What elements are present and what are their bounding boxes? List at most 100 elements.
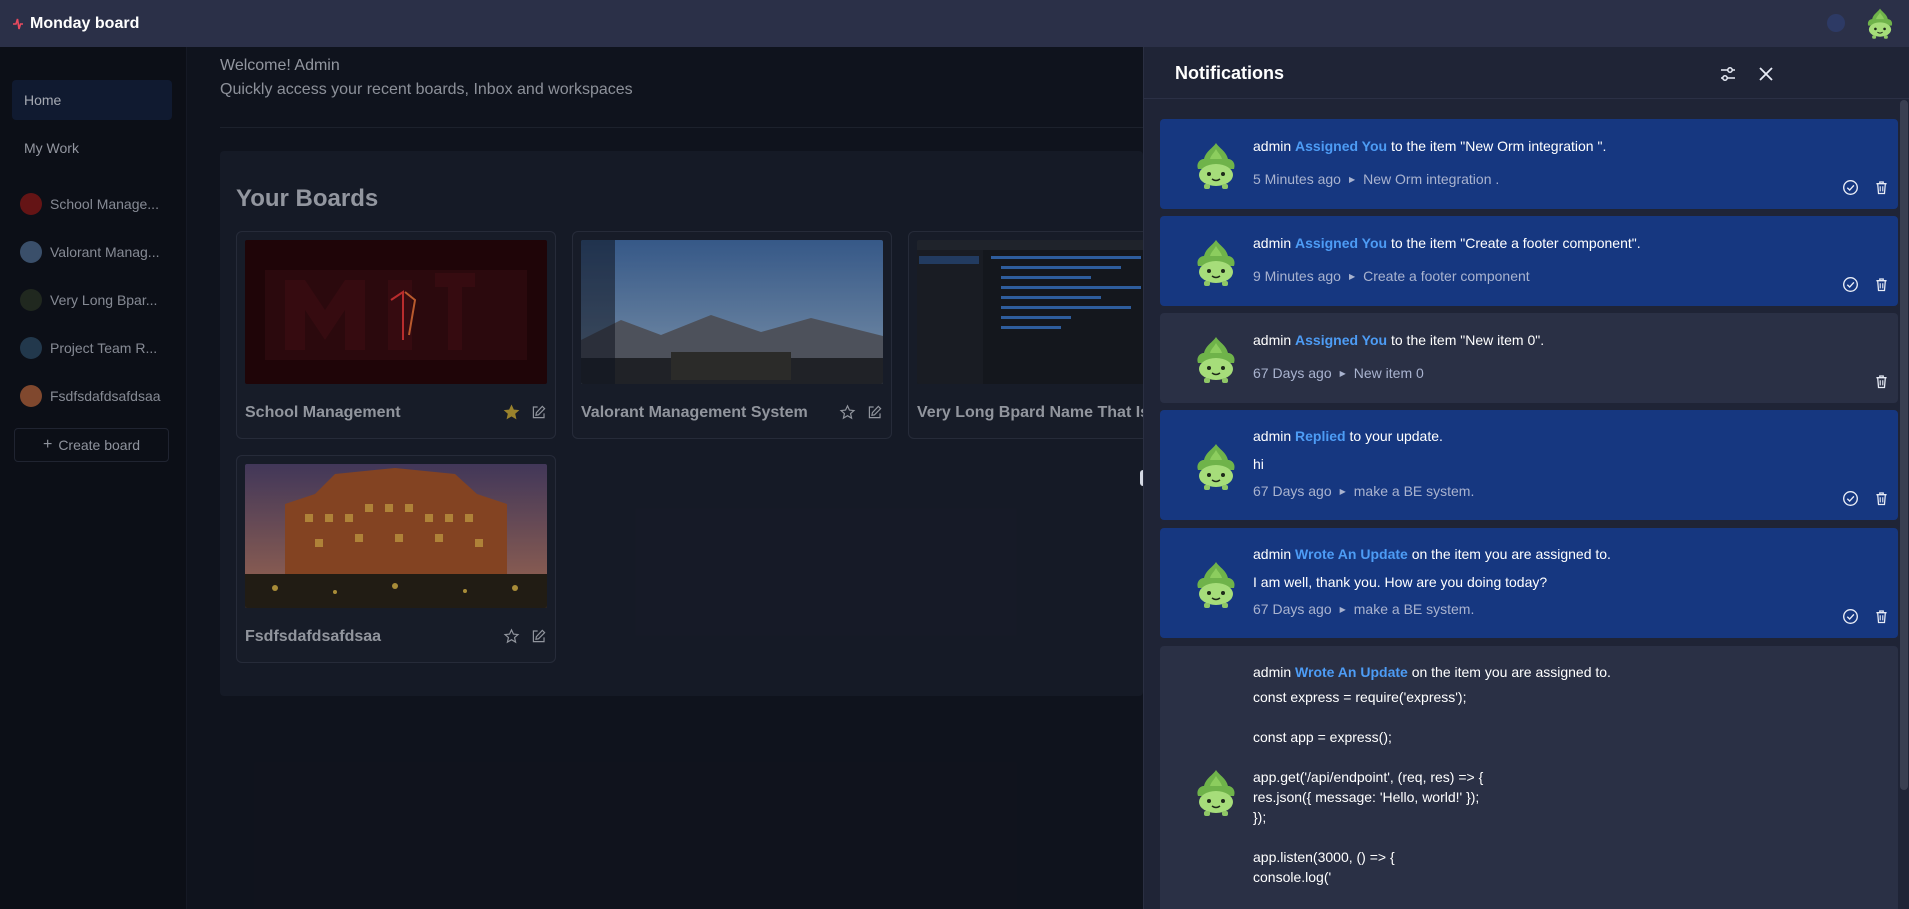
board-thumbnail [581, 240, 883, 384]
code-line: }); [1253, 809, 1267, 825]
workspace-label: Fsdfsdafdsafdsaa [50, 388, 161, 404]
board-name: Fsdfsdafdsafdsaa [245, 628, 382, 645]
plus-icon: + [42, 436, 53, 453]
caret-right-icon: ▶ [1348, 174, 1356, 184]
delete-icon[interactable] [1873, 608, 1890, 625]
notification-message: admin Assigned You to the item "Create a… [1253, 235, 1641, 251]
notification-message: admin Assigned You to the item "New Orm … [1253, 138, 1607, 154]
board-name: Valorant Management System [581, 404, 808, 421]
caret-right-icon: ▶ [1339, 604, 1346, 614]
notification-card[interactable]: admin Assigned You to the item "New item… [1160, 313, 1898, 403]
star-filled-icon[interactable] [503, 404, 520, 421]
notification-card[interactable]: admin Wrote An Update on the item you ar… [1160, 528, 1898, 638]
boards-title: Your Boards [236, 185, 379, 212]
workspace-item-school[interactable]: School Manage... [20, 189, 170, 219]
notification-card[interactable]: admin Wrote An Update on the item you ar… [1160, 646, 1898, 909]
sidebar-item-home[interactable]: Home [12, 80, 172, 120]
notifications-panel: Notifications admin Assigned You to the … [1143, 47, 1909, 909]
code-line: app.get('/api/endpoint', (req, res) => { [1253, 769, 1484, 785]
notification-card[interactable]: admin Assigned You to the item "New Orm … [1160, 119, 1898, 209]
brand[interactable]: Monday board [12, 15, 139, 33]
user-avatar [1190, 440, 1242, 492]
sidebar-item-label: My Work [24, 140, 79, 156]
create-board-button[interactable]: + Create board [14, 428, 169, 462]
notifications-title: Notifications [1175, 63, 1285, 83]
workspace-label: Project Team R... [50, 340, 158, 356]
notification-meta: 67 Days ago ▶ make a BE system. [1253, 601, 1475, 617]
workspace-avatar [20, 193, 42, 215]
divider [220, 127, 1143, 128]
board-card-fsdf[interactable]: Fsdfsdafdsafdsaa [236, 455, 556, 663]
star-icon[interactable] [503, 628, 520, 645]
sidebar-item-label: Home [24, 92, 62, 108]
workspace-label: Valorant Manag... [50, 244, 160, 260]
left-sidebar: Home My Work School Manage... Valorant M… [0, 47, 187, 909]
main-content: Welcome! Admin Quickly access your recen… [188, 47, 1143, 909]
workspace-item-fsdf[interactable]: Fsdfsdafdsafdsaa [20, 381, 170, 411]
notification-body: I am well, thank you. How are you doing … [1253, 574, 1548, 590]
star-icon[interactable] [839, 404, 856, 421]
mark-read-icon[interactable] [1842, 490, 1859, 507]
edit-icon[interactable] [530, 628, 547, 645]
edit-icon[interactable] [866, 404, 883, 421]
board-card-very-long[interactable]: Very Long Bpard Name That Is [908, 231, 1143, 439]
workspace-item-very-long[interactable]: Very Long Bpar... [20, 285, 170, 315]
notification-message: admin Assigned You to the item "New item… [1253, 332, 1545, 348]
mark-read-icon[interactable] [1842, 608, 1859, 625]
board-name: School Management [245, 404, 401, 421]
filter-settings-icon[interactable] [1718, 64, 1738, 84]
code-line: console.log(' [1253, 869, 1332, 885]
workspace-label: Very Long Bpar... [50, 292, 158, 308]
workspace-label: School Manage... [50, 196, 159, 212]
caret-right-icon: ▶ [1339, 368, 1346, 378]
mark-read-icon[interactable] [1842, 179, 1859, 196]
user-avatar [1190, 236, 1242, 288]
user-avatar[interactable] [1863, 6, 1897, 40]
sidebar-item-my-work[interactable]: My Work [12, 128, 172, 168]
code-line: res.json({ message: 'Hello, world!' }); [1253, 789, 1480, 805]
delete-icon[interactable] [1873, 490, 1890, 507]
notification-dot-icon[interactable] [1827, 14, 1845, 32]
notification-meta: 9 Minutes ago ▶ Create a footer component [1253, 268, 1530, 284]
workspace-avatar [20, 385, 42, 407]
board-thumbnail [245, 240, 547, 384]
notification-body: hi [1253, 456, 1264, 472]
boards-panel: Your Boards School Management Valorant M… [220, 151, 1143, 696]
welcome-subtitle: Quickly access your recent boards, Inbox… [220, 81, 633, 98]
user-avatar [1190, 333, 1242, 385]
code-line: const app = express(); [1253, 729, 1392, 745]
board-card-school[interactable]: School Management [236, 231, 556, 439]
notification-card[interactable]: admin Assigned You to the item "Create a… [1160, 216, 1898, 306]
notification-message: admin Replied to your update. [1253, 428, 1443, 444]
workspace-avatar [20, 337, 42, 359]
caret-right-icon: ▶ [1339, 486, 1346, 496]
notifications-scrollbar[interactable] [1900, 100, 1908, 790]
code-line: app.listen(3000, () => { [1253, 849, 1395, 865]
caret-right-icon: ▶ [1348, 271, 1356, 281]
workspace-item-project-team[interactable]: Project Team R... [20, 333, 170, 363]
notification-meta: 67 Days ago ▶ New item 0 [1253, 365, 1424, 381]
logo-icon [13, 18, 23, 29]
delete-icon[interactable] [1873, 373, 1890, 390]
board-thumbnail [245, 464, 547, 608]
notification-card[interactable]: admin Replied to your update. hi 67 Days… [1160, 410, 1898, 520]
workspace-item-valorant[interactable]: Valorant Manag... [20, 237, 170, 267]
app-title: Monday board [30, 14, 140, 32]
delete-icon[interactable] [1873, 179, 1890, 196]
code-line: const express = require('express'); [1253, 689, 1467, 705]
delete-icon[interactable] [1873, 276, 1890, 293]
create-board-label: Create board [58, 437, 141, 453]
edit-icon[interactable] [530, 404, 547, 421]
workspace-avatar [20, 289, 42, 311]
notifications-header: Notifications [1144, 47, 1909, 99]
close-icon[interactable] [1756, 64, 1776, 84]
user-avatar [1190, 766, 1242, 818]
user-avatar [1190, 139, 1242, 191]
board-name: Very Long Bpard Name That Is [917, 404, 1143, 421]
board-card-valorant[interactable]: Valorant Management System [572, 231, 892, 439]
board-thumbnail [917, 240, 1143, 384]
welcome-text: Welcome! Admin [220, 57, 340, 74]
notification-message: admin Wrote An Update on the item you ar… [1253, 546, 1611, 562]
mark-read-icon[interactable] [1842, 276, 1859, 293]
notification-meta: 5 Minutes ago ▶ New Orm integration . [1253, 171, 1500, 187]
